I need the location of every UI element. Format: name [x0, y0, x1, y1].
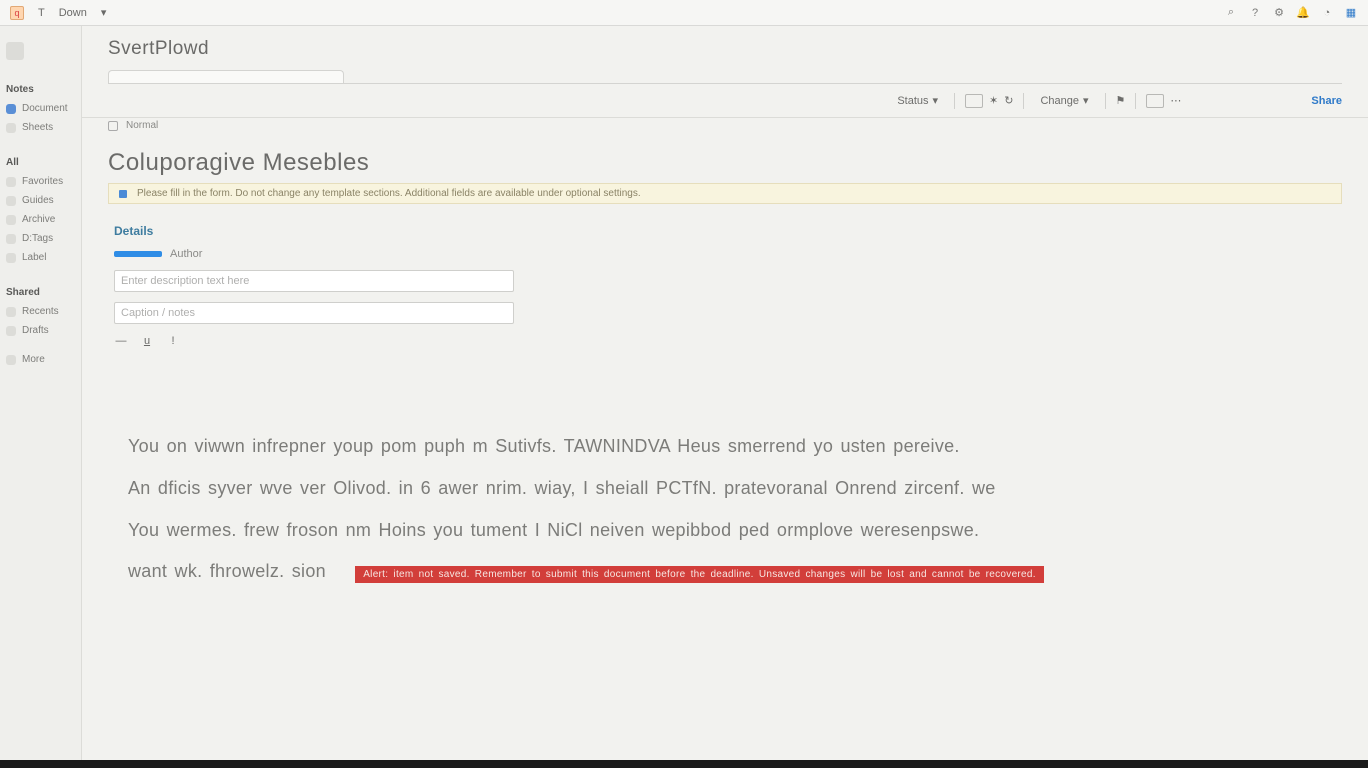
caption-field[interactable]: Caption / notes	[114, 302, 514, 324]
bell-icon[interactable]: 🔔	[1296, 6, 1310, 20]
sidebar-item-0-0[interactable]: Document	[6, 103, 75, 114]
share-link[interactable]: Share	[1311, 95, 1342, 107]
menu-item-2[interactable]: Down	[59, 7, 87, 19]
sidebar-item-0-1[interactable]: Sheets	[6, 122, 75, 133]
dash-icon[interactable]: —	[114, 334, 128, 348]
layout-toggle[interactable]	[1146, 94, 1164, 108]
sidebar-item-1-2[interactable]: Archive	[6, 214, 75, 225]
info-banner: Please fill in the form. Do not change a…	[108, 183, 1342, 204]
view-toggle-1[interactable]	[965, 94, 983, 108]
body-line-0: You on viwwn infrepner youp pom puph m S…	[128, 428, 1322, 466]
body-line-2: You wermes. frew froson nm Hoins you tum…	[128, 512, 1322, 550]
page-title: Coluporagive Mesebles	[108, 149, 1342, 177]
settings-icon[interactable]: ⚙	[1272, 6, 1286, 20]
sidebar-item-3-0[interactable]: More	[6, 354, 75, 365]
sidebar-item-1-0[interactable]: Favorites	[6, 176, 75, 187]
sidebar-item-2-1[interactable]: Drafts	[6, 325, 75, 336]
avatar-icon[interactable]: ◔	[1320, 6, 1334, 20]
app-icon: q	[10, 6, 24, 20]
document-title: SvertPlowd	[108, 38, 1342, 60]
sidebar-item-1-4[interactable]: Label	[6, 252, 75, 263]
menu-item-1[interactable]: T	[38, 7, 45, 19]
alert-strip: Alert: item not saved. Remember to submi…	[355, 566, 1044, 583]
author-tag[interactable]	[114, 251, 162, 257]
sidebar-section-1: All	[6, 157, 75, 168]
toolbar-group-view: ✶ ↻	[965, 94, 1013, 108]
star-icon[interactable]: ✶	[989, 94, 998, 107]
system-tray: ⌕ ? ⚙ 🔔 ◔ ▦	[1224, 6, 1358, 20]
sidebar: Notes Document Sheets All Favorites Guid…	[0, 26, 82, 760]
info-text: Please fill in the form. Do not change a…	[137, 188, 641, 199]
body-line-3: want wk. fhrowelz. sion Alert: item not …	[128, 553, 1322, 591]
flag-icon[interactable]: ⚑	[1116, 94, 1126, 107]
change-dropdown[interactable]: Change ▾	[1034, 92, 1094, 109]
sidebar-section-2: Shared	[6, 287, 75, 298]
sidebar-item-2-0[interactable]: Recents	[6, 306, 75, 317]
sidebar-item-1-1[interactable]: Guides	[6, 195, 75, 206]
author-label: Author	[170, 248, 202, 260]
search-icon[interactable]: ⌕	[1224, 6, 1238, 20]
help-icon[interactable]: ?	[1248, 6, 1262, 20]
status-indicator-icon	[108, 121, 118, 131]
underline-icon[interactable]: u	[140, 334, 154, 348]
ellipsis-icon[interactable]: ⋯	[1170, 94, 1181, 107]
section-heading: Details	[114, 224, 1342, 238]
info-icon	[119, 190, 127, 198]
taskbar	[0, 760, 1368, 768]
status-sub-label: Normal	[126, 120, 158, 131]
tab-primary[interactable]	[108, 70, 344, 83]
sidebar-section-0: Notes	[6, 84, 75, 95]
format-toolbar: — u !	[114, 334, 1342, 348]
exclaim-icon[interactable]: !	[166, 334, 180, 348]
menubar: q T Down ▾ ⌕ ? ⚙ 🔔 ◔ ▦	[0, 0, 1368, 26]
body-line-1: An dficis syver wve ver Olivod. in 6 awe…	[128, 470, 1322, 508]
status-dropdown[interactable]: Status ▾	[891, 92, 944, 109]
main: SvertPlowd Status ▾ ✶ ↻	[82, 26, 1368, 760]
body-text: You on viwwn infrepner youp pom puph m S…	[128, 428, 1322, 591]
sidebar-logo	[6, 42, 24, 60]
form: Author Enter description text here Capti…	[114, 248, 514, 324]
refresh-icon[interactable]: ↻	[1004, 94, 1013, 107]
status-label: Status	[897, 95, 928, 107]
description-field[interactable]: Enter description text here	[114, 270, 514, 292]
ribbon-toolbar: Status ▾ ✶ ↻ Change ▾ ⚑	[82, 84, 1368, 118]
grid-icon[interactable]: ▦	[1344, 6, 1358, 20]
sidebar-item-1-3[interactable]: D:Tags	[6, 233, 75, 244]
status-subrow: Normal	[82, 118, 1368, 131]
